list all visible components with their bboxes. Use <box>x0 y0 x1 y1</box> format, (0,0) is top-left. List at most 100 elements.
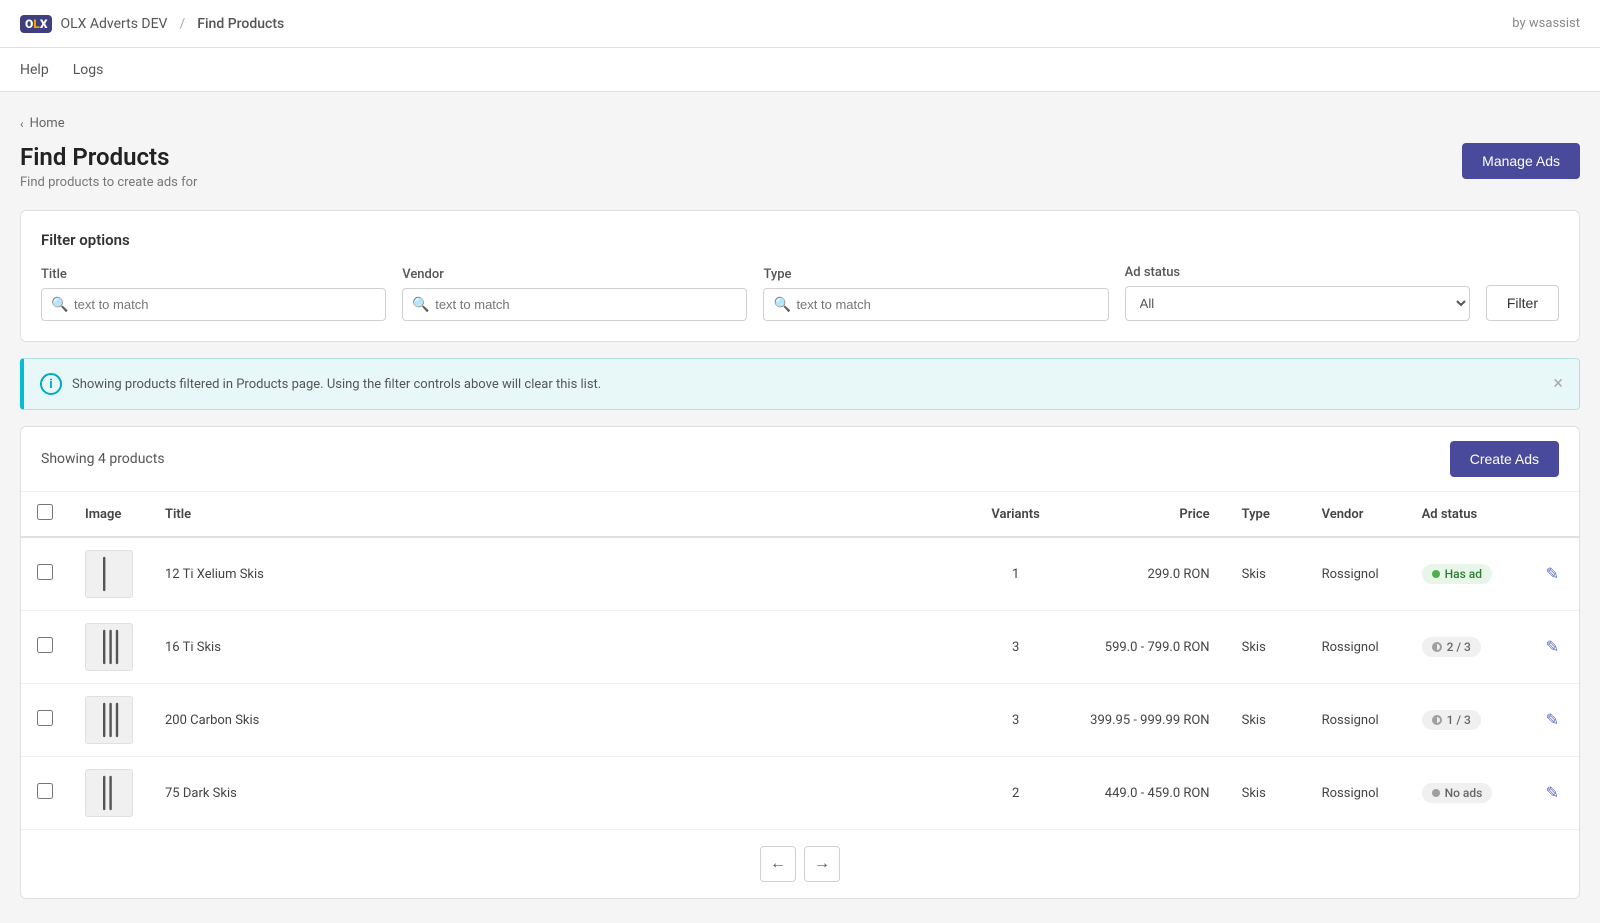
row-checkbox[interactable] <box>37 637 53 653</box>
close-banner-icon[interactable]: × <box>1553 375 1563 393</box>
filter-button[interactable]: Filter <box>1486 285 1559 321</box>
filter-group-vendor: Vendor 🔍 <box>402 267 747 321</box>
row-checkbox[interactable] <box>37 710 53 726</box>
status-dot <box>1432 715 1442 725</box>
product-title: 16 Ti Skis <box>165 640 221 655</box>
product-title: 75 Dark Skis <box>165 786 237 801</box>
row-price-cell: 399.95 - 999.99 RON <box>1066 684 1226 757</box>
product-thumbnail <box>85 550 133 598</box>
products-table-wrap: Image Title Variants Price Type Vendor A… <box>21 492 1579 829</box>
row-actions-cell: ✎ <box>1526 757 1579 830</box>
row-ad-status-cell: Has ad <box>1406 537 1526 611</box>
row-vendor-cell: Rossignol <box>1306 757 1406 830</box>
filter-label-ad-status: Ad status <box>1125 265 1470 280</box>
row-variants-cell: 2 <box>966 757 1066 830</box>
search-icon-vendor: 🔍 <box>412 297 429 313</box>
row-vendor-cell: Rossignol <box>1306 684 1406 757</box>
products-table: Image Title Variants Price Type Vendor A… <box>21 492 1579 829</box>
product-price: 399.95 - 999.99 RON <box>1090 713 1209 728</box>
table-row: 75 Dark Skis 2 449.0 - 459.0 RON Skis Ro… <box>21 757 1579 830</box>
row-variants-cell: 3 <box>966 684 1066 757</box>
breadcrumb-label: Home <box>30 116 65 131</box>
prev-page-button[interactable]: ← <box>760 846 796 882</box>
topbar-by-label: by wsassist <box>1512 16 1580 31</box>
row-vendor-cell: Rossignol <box>1306 611 1406 684</box>
row-type-cell: Skis <box>1226 537 1306 611</box>
info-text: Showing products filtered in Products pa… <box>72 377 601 392</box>
row-checkbox-cell <box>21 757 69 830</box>
product-variants: 3 <box>1012 713 1019 728</box>
ad-status-select[interactable]: All Has ad No ads Partial <box>1125 286 1470 321</box>
search-icon-title: 🔍 <box>51 297 68 313</box>
status-dot <box>1432 570 1440 578</box>
title-filter-input[interactable] <box>41 288 386 321</box>
type-filter-input[interactable] <box>763 288 1108 321</box>
table-row: 16 Ti Skis 3 599.0 - 799.0 RON Skis Ross… <box>21 611 1579 684</box>
next-page-button[interactable]: → <box>804 846 840 882</box>
topbar-left: O L X OLX Adverts DEV / Find Products <box>20 15 284 33</box>
topbar-page-name: Find Products <box>197 16 284 32</box>
row-variants-cell: 3 <box>966 611 1066 684</box>
product-type: Skis <box>1242 567 1266 582</box>
edit-product-button[interactable]: ✎ <box>1542 779 1563 807</box>
product-vendor: Rossignol <box>1322 640 1379 655</box>
filter-label-title: Title <box>41 267 386 282</box>
edit-product-button[interactable]: ✎ <box>1542 633 1563 661</box>
row-checkbox[interactable] <box>37 564 53 580</box>
product-price: 299.0 RON <box>1147 567 1209 582</box>
nav: Help Logs <box>0 48 1600 92</box>
vendor-filter-input[interactable] <box>402 288 747 321</box>
row-price-cell: 449.0 - 459.0 RON <box>1066 757 1226 830</box>
select-all-checkbox[interactable] <box>37 504 53 520</box>
th-type: Type <box>1226 492 1306 537</box>
page-title-section: Find Products Find products to create ad… <box>20 143 197 190</box>
nav-help[interactable]: Help <box>20 50 49 90</box>
row-actions-cell: ✎ <box>1526 537 1579 611</box>
th-variants: Variants <box>966 492 1066 537</box>
row-type-cell: Skis <box>1226 684 1306 757</box>
filter-label-type: Type <box>763 267 1108 282</box>
row-title-cell: 16 Ti Skis <box>149 611 966 684</box>
product-thumbnail <box>85 696 133 744</box>
product-type: Skis <box>1242 640 1266 655</box>
product-variants: 3 <box>1012 640 1019 655</box>
product-title: 12 Ti Xelium Skis <box>165 567 264 582</box>
row-title-cell: 200 Carbon Skis <box>149 684 966 757</box>
product-thumbnail <box>85 623 133 671</box>
info-banner-left: i Showing products filtered in Products … <box>40 373 601 395</box>
th-ad-status: Ad status <box>1406 492 1526 537</box>
info-banner: i Showing products filtered in Products … <box>20 358 1580 410</box>
filter-card: Filter options Title 🔍 Vendor 🔍 Typ <box>20 210 1580 342</box>
row-image-cell <box>69 684 149 757</box>
product-type: Skis <box>1242 713 1266 728</box>
products-header: Showing 4 products Create Ads <box>21 427 1579 492</box>
filter-group-ad-status: Ad status All Has ad No ads Partial <box>1125 265 1470 321</box>
manage-ads-button[interactable]: Manage Ads <box>1462 143 1580 179</box>
row-checkbox[interactable] <box>37 783 53 799</box>
status-badge: Has ad <box>1422 564 1492 584</box>
products-count: Showing 4 products <box>41 451 165 467</box>
status-dot <box>1432 642 1442 652</box>
filter-row: Title 🔍 Vendor 🔍 Type 🔍 <box>41 265 1559 321</box>
edit-product-button[interactable]: ✎ <box>1542 706 1563 734</box>
row-ad-status-cell: No ads <box>1406 757 1526 830</box>
edit-product-button[interactable]: ✎ <box>1542 560 1563 588</box>
pagination: ← → <box>21 829 1579 898</box>
nav-logs[interactable]: Logs <box>73 50 104 90</box>
filter-group-title: Title 🔍 <box>41 267 386 321</box>
topbar: O L X OLX Adverts DEV / Find Products by… <box>0 0 1600 48</box>
th-select-all <box>21 492 69 537</box>
th-actions <box>1526 492 1579 537</box>
status-badge: No ads <box>1422 783 1493 803</box>
products-section: Showing 4 products Create Ads Image Titl… <box>20 426 1580 899</box>
product-price: 449.0 - 459.0 RON <box>1105 786 1210 801</box>
filter-label-vendor: Vendor <box>402 267 747 282</box>
product-variants: 2 <box>1012 786 1019 801</box>
create-ads-button[interactable]: Create Ads <box>1450 441 1559 477</box>
filter-input-wrap-title: 🔍 <box>41 288 386 321</box>
row-price-cell: 599.0 - 799.0 RON <box>1066 611 1226 684</box>
breadcrumb[interactable]: ‹ Home <box>20 116 1580 131</box>
row-price-cell: 299.0 RON <box>1066 537 1226 611</box>
topbar-separator: / <box>179 16 185 32</box>
table-header-row: Image Title Variants Price Type Vendor A… <box>21 492 1579 537</box>
